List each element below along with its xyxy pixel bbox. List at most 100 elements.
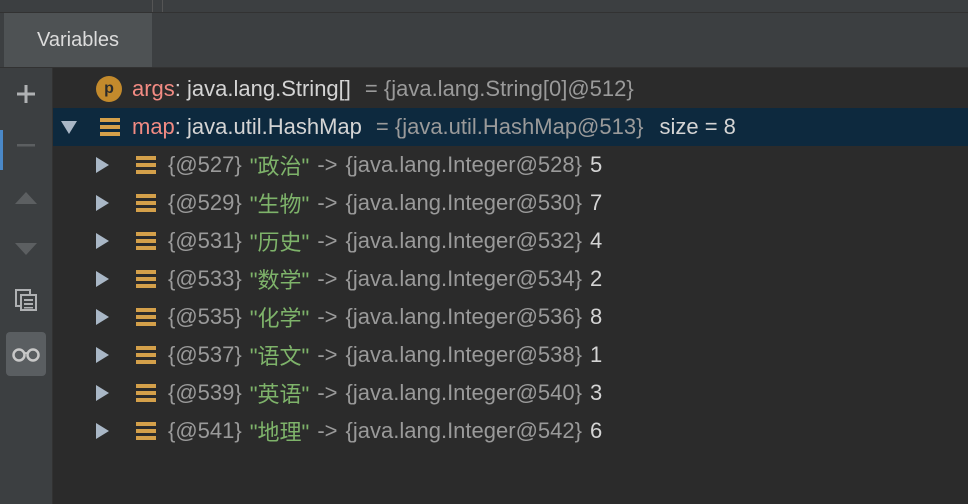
entry-ref: {@541} — [168, 418, 242, 443]
map-entry-row[interactable]: {@537} "语文" -> {java.lang.Integer@538} 1 — [53, 336, 968, 374]
entry-key: "数学" — [249, 268, 310, 293]
expand-arrow-icon[interactable] — [96, 195, 109, 211]
variable-value: = {java.util.HashMap@513} — [375, 114, 644, 139]
entry-key: "政治" — [249, 154, 310, 179]
entry-text: {@527} "政治" -> {java.lang.Integer@528} 5 — [168, 146, 602, 184]
entry-ref: {@537} — [168, 342, 242, 367]
entry-key: "语文" — [249, 344, 310, 369]
entry-target: {java.lang.Integer@538} — [345, 342, 582, 367]
entry-ref: {@529} — [168, 190, 242, 215]
variable-text: map : java.util.HashMap = {java.util.Has… — [132, 108, 736, 146]
entry-key: "地理" — [249, 420, 310, 445]
map-entry-row[interactable]: {@541} "地理" -> {java.lang.Integer@542} 6 — [53, 412, 968, 450]
variable-name: map — [132, 114, 175, 139]
map-entry-row[interactable]: {@535} "化学" -> {java.lang.Integer@536} 8 — [53, 298, 968, 336]
entry-target: {java.lang.Integer@540} — [345, 380, 582, 405]
add-watch-button[interactable] — [6, 74, 46, 114]
field-icon — [135, 344, 157, 366]
entry-ref: {@533} — [168, 266, 242, 291]
expand-arrow-icon[interactable] — [96, 271, 109, 287]
entry-text: {@541} "地理" -> {java.lang.Integer@542} 6 — [168, 412, 602, 450]
entry-arrow: -> — [317, 304, 338, 329]
entry-arrow: -> — [317, 228, 338, 253]
size-label: size = 8 — [659, 114, 736, 139]
field-icon — [135, 154, 157, 176]
entry-arrow: -> — [317, 266, 338, 291]
field-icon — [135, 192, 157, 214]
map-entry-row[interactable]: {@527} "政治" -> {java.lang.Integer@528} 5 — [53, 146, 968, 184]
entry-value: 6 — [589, 418, 603, 443]
entry-value: 2 — [589, 266, 603, 291]
entry-ref: {@527} — [168, 152, 242, 177]
entry-value: 7 — [589, 190, 603, 215]
entry-key: "生物" — [249, 192, 310, 217]
show-watches-toggle[interactable] — [6, 332, 46, 376]
debugger-variables-panel: Variables p args: java.lang.String[] = … — [0, 0, 968, 504]
entry-text: {@537} "语文" -> {java.lang.Integer@538} 1 — [168, 336, 602, 374]
entry-ref: {@535} — [168, 304, 242, 329]
remove-watch-button[interactable] — [6, 125, 46, 165]
copy-icon — [15, 289, 37, 311]
entry-arrow: -> — [317, 190, 338, 215]
entry-target: {java.lang.Integer@528} — [345, 152, 582, 177]
entry-value: 5 — [589, 152, 603, 177]
entry-target: {java.lang.Integer@536} — [345, 304, 582, 329]
entry-arrow: -> — [317, 342, 338, 367]
tab-bar: Variables — [0, 13, 968, 68]
expand-arrow-icon[interactable] — [96, 233, 109, 249]
map-entry-row[interactable]: {@533} "数学" -> {java.lang.Integer@534} 2 — [53, 260, 968, 298]
entry-arrow: -> — [317, 418, 338, 443]
entry-key: "化学" — [249, 306, 310, 331]
minus-icon — [17, 144, 35, 147]
variable-text: args : java.lang.String[] = {java.lang.S… — [132, 70, 634, 108]
active-marker — [0, 130, 3, 170]
tab-variables[interactable]: Variables — [4, 13, 152, 67]
variable-row-map[interactable]: map : java.util.HashMap = {java.util.Has… — [53, 108, 968, 146]
move-up-button[interactable] — [6, 178, 46, 218]
entry-text: {@531} "历史" -> {java.lang.Integer@532} 4 — [168, 222, 602, 260]
arrow-down-icon — [15, 243, 37, 255]
variable-name: args — [132, 76, 175, 101]
variable-type: : java.lang.String[] — [174, 76, 351, 101]
expand-arrow-icon[interactable] — [96, 385, 109, 401]
copy-button[interactable] — [6, 280, 46, 320]
expand-arrow-icon[interactable] — [96, 157, 109, 173]
entry-text: {@529} "生物" -> {java.lang.Integer@530} 7 — [168, 184, 602, 222]
entry-text: {@533} "数学" -> {java.lang.Integer@534} 2 — [168, 260, 602, 298]
map-entry-row[interactable]: {@531} "历史" -> {java.lang.Integer@532} 4 — [53, 222, 968, 260]
plus-icon — [17, 85, 35, 103]
tab-divider — [162, 0, 163, 12]
entry-value: 1 — [589, 342, 603, 367]
entry-text: {@539} "英语" -> {java.lang.Integer@540} 3 — [168, 374, 602, 412]
entry-arrow: -> — [317, 380, 338, 405]
move-down-button[interactable] — [6, 229, 46, 269]
variables-tree: p args : java.lang.String[] = {java.lang… — [53, 68, 968, 504]
entry-ref: {@531} — [168, 228, 242, 253]
entry-target: {java.lang.Integer@532} — [345, 228, 582, 253]
entry-target: {java.lang.Integer@530} — [345, 190, 582, 215]
field-icon — [135, 306, 157, 328]
expand-arrow-icon[interactable] — [96, 423, 109, 439]
variable-type: : java.util.HashMap — [174, 114, 362, 139]
expand-arrow-icon[interactable] — [96, 309, 109, 325]
parameter-icon: p — [96, 76, 122, 102]
entry-value: 8 — [589, 304, 603, 329]
entry-value: 4 — [589, 228, 603, 253]
entry-target: {java.lang.Integer@542} — [345, 418, 582, 443]
glasses-icon — [12, 348, 40, 362]
top-strip — [0, 0, 968, 13]
entry-ref: {@539} — [168, 380, 242, 405]
map-entry-row[interactable]: {@539} "英语" -> {java.lang.Integer@540} 3 — [53, 374, 968, 412]
map-entry-row[interactable]: {@529} "生物" -> {java.lang.Integer@530} 7 — [53, 184, 968, 222]
expand-arrow-icon[interactable] — [96, 347, 109, 363]
variable-value: = {java.lang.String[0]@512} — [364, 76, 634, 101]
collapse-arrow-icon[interactable] — [61, 121, 77, 134]
field-icon — [135, 420, 157, 442]
variable-row-args[interactable]: p args : java.lang.String[] = {java.lang… — [53, 70, 968, 108]
entry-key: "历史" — [249, 230, 310, 255]
field-icon — [135, 230, 157, 252]
tab-divider — [152, 0, 153, 12]
arrow-up-icon — [15, 192, 37, 204]
field-icon — [99, 116, 121, 138]
field-icon — [135, 268, 157, 290]
